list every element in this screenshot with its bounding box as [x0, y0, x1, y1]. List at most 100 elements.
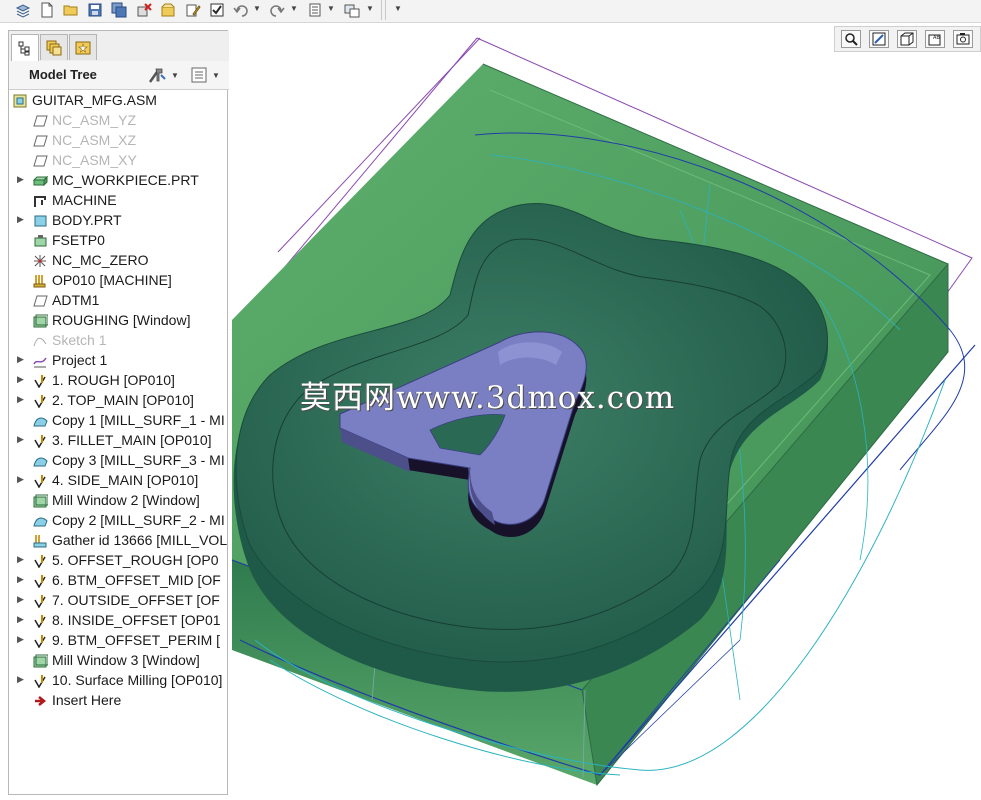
tree-settings-button[interactable]: ▼	[147, 66, 179, 84]
save-icon[interactable]	[86, 1, 104, 19]
edit-icon[interactable]	[184, 1, 202, 19]
tree-item[interactable]: Copy 2 [MILL_SURF_2 - MI	[9, 511, 228, 531]
toolpath-icon	[33, 434, 48, 449]
tree-item[interactable]: NC_ASM_XZ	[9, 131, 228, 151]
expand-arrow-icon[interactable]: ▶	[17, 594, 27, 605]
tree-item-label: 1. ROUGH [OP010]	[52, 372, 175, 388]
tree-item-label: Copy 1 [MILL_SURF_1 - MI	[52, 412, 225, 428]
tree-item[interactable]: Mill Window 2 [Window]	[9, 491, 228, 511]
datum-plane-icon	[33, 294, 48, 308]
tree-item[interactable]: GUITAR_MFG.ASM	[9, 91, 228, 111]
tree-item-label: 2. TOP_MAIN [OP010]	[52, 392, 194, 408]
settings-icon[interactable]	[306, 1, 324, 19]
close-window-icon[interactable]	[159, 1, 177, 19]
expand-arrow-icon[interactable]: ▶	[17, 434, 27, 445]
window-icon[interactable]	[343, 1, 361, 19]
chevron-down-icon: ▼	[171, 70, 179, 80]
tree-item[interactable]: ADTM1	[9, 291, 228, 311]
tree-item[interactable]: ▶ BODY.PRT	[9, 211, 228, 231]
tree-filter-button[interactable]: ▼	[191, 66, 220, 84]
tree-item[interactable]: ▶ 10. Surface Milling [OP010]	[9, 671, 228, 691]
more-icon[interactable]: ▼	[394, 2, 402, 16]
expand-arrow-icon[interactable]: ▶	[17, 354, 27, 365]
expand-arrow-icon[interactable]: ▶	[17, 394, 27, 405]
mill-surface-icon	[33, 454, 48, 468]
save-copy-icon[interactable]	[110, 1, 128, 19]
window-dropdown-icon[interactable]: ▼	[366, 2, 374, 16]
tree-item[interactable]: ▶ 2. TOP_MAIN [OP010]	[9, 391, 228, 411]
tree-item-label: Copy 2 [MILL_SURF_2 - MI	[52, 512, 225, 528]
tree-item[interactable]: MACHINE	[9, 191, 228, 211]
tree-item[interactable]: ▶ 5. OFFSET_ROUGH [OP0	[9, 551, 228, 571]
settings-dropdown-icon[interactable]: ▼	[327, 2, 335, 16]
tree-item-label: 10. Surface Milling [OP010]	[52, 672, 223, 688]
undo-icon[interactable]	[232, 1, 250, 19]
redo-icon[interactable]	[268, 1, 286, 19]
tree-item[interactable]: OP010 [MACHINE]	[9, 271, 228, 291]
mill-window-icon	[33, 654, 49, 668]
layer-tree-tab[interactable]	[40, 34, 68, 60]
tree-item-label: NC_MC_ZERO	[52, 252, 149, 268]
model-tree-icon	[18, 41, 30, 56]
toolpath-icon	[33, 574, 48, 589]
tree-item-label: 4. SIDE_MAIN [OP010]	[52, 472, 199, 488]
tree-item-label: Sketch 1	[52, 332, 107, 348]
regenerate-icon[interactable]	[208, 1, 226, 19]
tree-item[interactable]: NC_MC_ZERO	[9, 251, 228, 271]
erase-icon[interactable]	[135, 1, 153, 19]
tree-item[interactable]: NC_ASM_XY	[9, 151, 228, 171]
expand-arrow-icon[interactable]: ▶	[17, 614, 27, 625]
tree-item[interactable]: ▶ 7. OUTSIDE_OFFSET [OF	[9, 591, 228, 611]
toolpath-icon	[33, 674, 48, 689]
expand-arrow-icon[interactable]: ▶	[17, 174, 27, 185]
model-tree-tab[interactable]	[11, 34, 39, 61]
layers-icon[interactable]	[14, 1, 32, 19]
toolpath-icon	[33, 594, 48, 609]
open-folder-icon[interactable]	[62, 1, 80, 19]
expand-arrow-icon[interactable]: ▶	[17, 374, 27, 385]
expand-arrow-icon[interactable]: ▶	[17, 474, 27, 485]
datum-plane-icon	[33, 154, 48, 168]
favorites-tab[interactable]	[69, 34, 97, 60]
tree-item[interactable]: ▶ Project 1	[9, 351, 228, 371]
tree-item[interactable]: Insert Here	[9, 691, 228, 711]
insert-here-icon	[33, 694, 48, 708]
undo-dropdown-icon[interactable]: ▼	[253, 2, 261, 16]
expand-arrow-icon[interactable]: ▶	[17, 674, 27, 685]
tree-item-label: Gather id 13666 [MILL_VOL	[52, 532, 228, 548]
tree-item[interactable]: ▶ 8. INSIDE_OFFSET [OP01	[9, 611, 228, 631]
toolpath-icon	[33, 614, 48, 629]
tree-item[interactable]: ▶ 3. FILLET_MAIN [OP010]	[9, 431, 228, 451]
expand-arrow-icon[interactable]: ▶	[17, 574, 27, 585]
expand-arrow-icon[interactable]: ▶	[17, 214, 27, 225]
new-file-icon[interactable]	[38, 1, 56, 19]
tree-item[interactable]: FSETP0	[9, 231, 228, 251]
expand-arrow-icon[interactable]: ▶	[17, 554, 27, 565]
tree-item-label: 3. FILLET_MAIN [OP010]	[52, 432, 212, 448]
tree-item[interactable]: Gather id 13666 [MILL_VOL	[9, 531, 228, 551]
favorites-icon	[75, 41, 91, 54]
tree-item[interactable]: Copy 1 [MILL_SURF_1 - MI	[9, 411, 228, 431]
mill-window-icon	[33, 494, 49, 508]
tree-item[interactable]: Sketch 1	[9, 331, 228, 351]
tree-item[interactable]: ▶ 9. BTM_OFFSET_PERIM [	[9, 631, 228, 651]
gather-icon	[33, 534, 48, 548]
tree-item-label: 8. INSIDE_OFFSET [OP01	[52, 612, 221, 628]
tree-item[interactable]: ROUGHING [Window]	[9, 311, 228, 331]
tree-item[interactable]: NC_ASM_YZ	[9, 111, 228, 131]
tree-item-label: ROUGHING [Window]	[52, 312, 191, 328]
tree-item[interactable]: ▶ MC_WORKPIECE.PRT	[9, 171, 228, 191]
model-tree-title: Model Tree	[29, 67, 97, 82]
tree-item[interactable]: ▶ 4. SIDE_MAIN [OP010]	[9, 471, 228, 491]
tree-item[interactable]: ▶ 1. ROUGH [OP010]	[9, 371, 228, 391]
part-icon	[33, 214, 48, 228]
tree-item-label: NC_ASM_XZ	[52, 132, 137, 148]
workpiece-icon	[32, 174, 49, 188]
tree-item[interactable]: Copy 3 [MILL_SURF_3 - MI	[9, 451, 228, 471]
expand-arrow-icon[interactable]: ▶	[17, 634, 27, 645]
tree-item-label: Project 1	[52, 352, 108, 368]
tree-item[interactable]: Mill Window 3 [Window]	[9, 651, 228, 671]
tree-item[interactable]: ▶ 6. BTM_OFFSET_MID [OF	[9, 571, 228, 591]
graphics-viewport[interactable]: 莫西网www.3dmox.com	[230, 22, 981, 795]
redo-dropdown-icon[interactable]: ▼	[290, 2, 298, 16]
